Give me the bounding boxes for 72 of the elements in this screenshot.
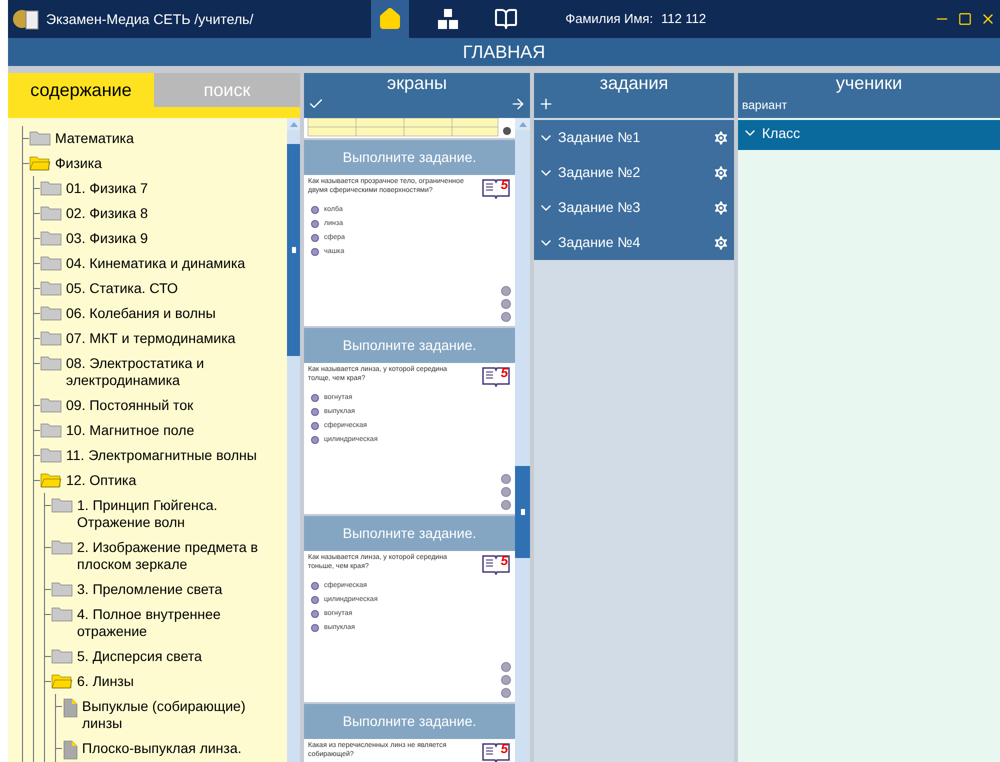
tree-item[interactable]: 10. Магнитное поле bbox=[66, 422, 194, 439]
class-item[interactable]: Класс bbox=[738, 120, 1000, 150]
task-label: Задание №1 bbox=[558, 128, 640, 147]
task-item[interactable]: Задание №3 bbox=[534, 190, 734, 225]
class-label: Класс bbox=[762, 124, 800, 143]
home-icon bbox=[378, 7, 402, 31]
radio-button[interactable] bbox=[311, 422, 319, 430]
tree-item[interactable]: 03. Физика 9 bbox=[66, 230, 148, 247]
tree-item[interactable]: 3. Преломление света bbox=[77, 581, 222, 598]
tree-item[interactable]: 12. Оптика bbox=[66, 472, 136, 489]
tree-item[interactable]: 01. Физика 7 bbox=[66, 180, 148, 197]
document-icon bbox=[62, 698, 78, 718]
tree-item[interactable]: Математика bbox=[55, 130, 134, 147]
tree-item[interactable]: 6. Линзы bbox=[77, 673, 134, 690]
scrollbar[interactable] bbox=[515, 118, 530, 762]
card-header: Выполните задание. bbox=[304, 328, 515, 363]
card-header: Выполните задание. bbox=[304, 140, 515, 175]
radio-button[interactable] bbox=[311, 220, 319, 228]
radio-button[interactable] bbox=[311, 582, 319, 590]
tree-item[interactable]: 09. Постоянный ток bbox=[66, 397, 194, 414]
add-icon[interactable] bbox=[538, 96, 554, 112]
radio-button[interactable] bbox=[311, 610, 319, 618]
user-value: 112 112 bbox=[661, 10, 706, 28]
task-item[interactable]: Задание №1 bbox=[534, 120, 734, 155]
radio-button[interactable] bbox=[311, 234, 319, 242]
page-title: ГЛАВНАЯ bbox=[8, 38, 1000, 66]
maximize-icon[interactable] bbox=[958, 12, 972, 26]
tree-item[interactable]: Выпуклые (собирающие) линзы bbox=[82, 698, 287, 732]
task-label: Задание №2 bbox=[558, 163, 640, 182]
grade-label: 5 bbox=[500, 178, 508, 192]
tree-item[interactable]: 08. Электростатика и электродинамика bbox=[66, 355, 287, 389]
tree-item[interactable]: 5. Дисперсия света bbox=[77, 648, 202, 665]
column-title: экраны bbox=[386, 73, 448, 93]
radio-button[interactable] bbox=[311, 436, 319, 444]
grade-label: 5 bbox=[500, 366, 508, 380]
document-icon bbox=[62, 740, 78, 760]
window-title: Экзамен-Медиа СЕТЬ /учитель/ bbox=[46, 10, 254, 29]
card-header: Выполните задание. bbox=[304, 704, 515, 739]
column-subtitle: вариант bbox=[742, 97, 788, 114]
settings-icon[interactable] bbox=[712, 128, 730, 146]
tree-item[interactable]: 07. МКТ и термодинамика bbox=[66, 330, 236, 347]
tree-item[interactable]: 06. Колебания и волны bbox=[66, 305, 216, 322]
radio-button[interactable] bbox=[311, 394, 319, 402]
tree-item[interactable]: Плоско-выпуклая линза. bbox=[82, 740, 242, 757]
radio-button[interactable] bbox=[311, 624, 319, 632]
radio-button[interactable] bbox=[311, 206, 319, 214]
tree-item[interactable]: 2. Изображение предмета в плоском зеркале bbox=[77, 539, 287, 573]
task-item[interactable]: Задание №4 bbox=[534, 225, 734, 260]
card-header: Выполните задание. bbox=[304, 516, 515, 551]
radio-button[interactable] bbox=[311, 408, 319, 416]
grade-label: 5 bbox=[500, 554, 508, 568]
scrollbar[interactable] bbox=[287, 118, 300, 762]
settings-icon[interactable] bbox=[712, 198, 730, 216]
column-title: ученики bbox=[834, 73, 904, 93]
task-label: Задание №3 bbox=[558, 198, 640, 217]
tree-item[interactable]: Физика bbox=[55, 155, 102, 172]
settings-icon[interactable] bbox=[712, 164, 730, 182]
tree-item[interactable]: 4. Полное внутреннее отражение bbox=[77, 606, 287, 640]
tree-item[interactable]: 1. Принцип Гюйгенса. Отражение волн bbox=[77, 497, 287, 531]
radio-button[interactable] bbox=[311, 248, 319, 256]
tree-item[interactable]: 02. Физика 8 bbox=[66, 205, 148, 222]
tree-item[interactable]: 05. Статика. СТО bbox=[66, 280, 178, 297]
task-label: Задание №4 bbox=[558, 233, 640, 252]
settings-icon[interactable] bbox=[712, 234, 730, 252]
tree-item[interactable]: 04. Кинематика и динамика bbox=[66, 255, 246, 272]
tree-item[interactable]: 11. Электромагнитные волны bbox=[66, 447, 257, 464]
grade-label: 5 bbox=[500, 742, 508, 756]
radio-button[interactable] bbox=[311, 596, 319, 604]
user-label: Фамилия Имя: bbox=[565, 10, 654, 28]
hierarchy-icon bbox=[436, 7, 460, 31]
column-title: задания bbox=[598, 73, 670, 93]
task-item[interactable]: Задание №2 bbox=[534, 155, 734, 190]
